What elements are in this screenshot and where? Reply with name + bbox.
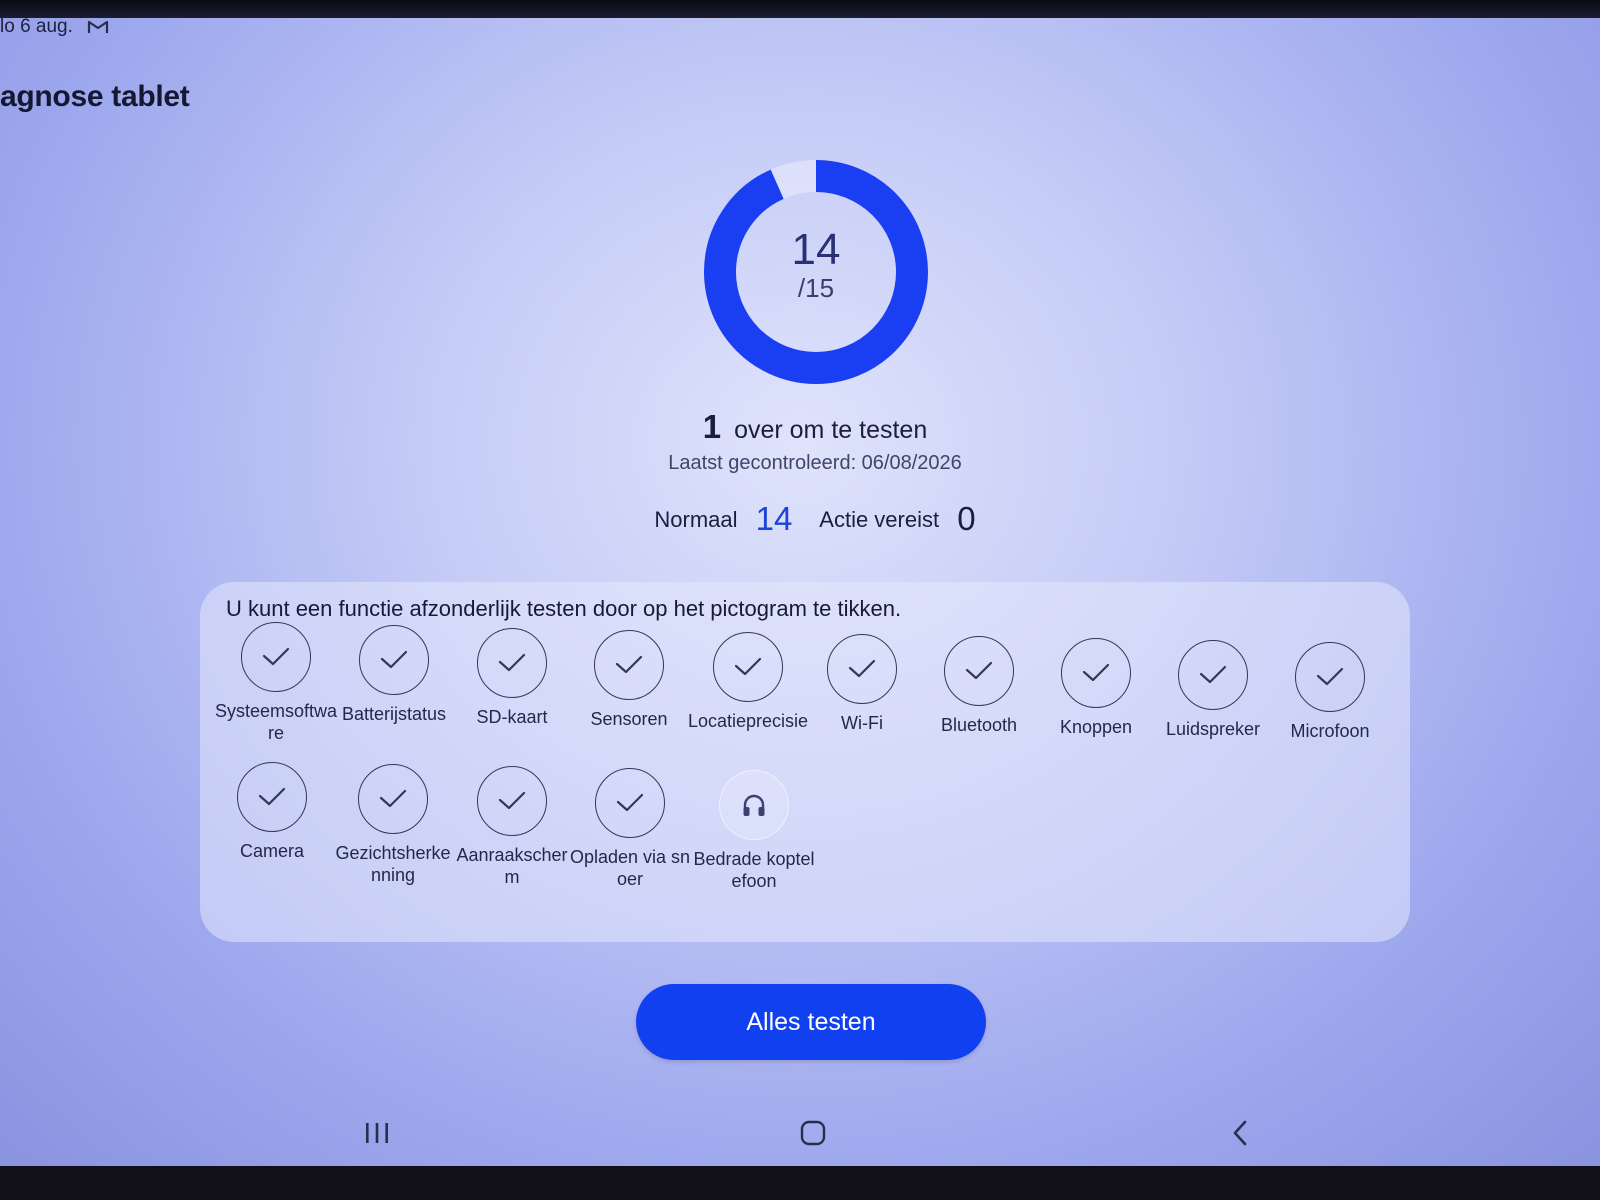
- test-item[interactable]: Microfoon: [1268, 642, 1392, 742]
- test-item[interactable]: Systeemsoftware: [214, 622, 338, 744]
- page-title: agnose tablet: [0, 80, 190, 113]
- test-label: Gezichtsherkenning: [335, 843, 451, 885]
- test-item[interactable]: Batterijstatus: [332, 625, 456, 725]
- progress-done: 14: [791, 225, 841, 274]
- check-icon[interactable]: [477, 766, 547, 836]
- status-date: lo 6 aug.: [0, 16, 73, 37]
- recent-apps-icon[interactable]: [352, 1110, 402, 1156]
- status-bar: lo 6 aug.: [0, 12, 109, 42]
- test-item[interactable]: Camera: [210, 762, 334, 862]
- check-icon[interactable]: [713, 632, 783, 702]
- test-label: Opladen via snoer: [569, 847, 691, 889]
- normal-count: 14: [755, 500, 793, 537]
- test-item[interactable]: Bedrade koptelefoon: [692, 770, 816, 892]
- test-item[interactable]: Bluetooth: [917, 636, 1041, 736]
- action-required-count: 0: [957, 500, 976, 537]
- test-item[interactable]: Opladen via snoer: [568, 768, 692, 890]
- progress-total: /15: [797, 273, 835, 303]
- check-icon[interactable]: [1061, 638, 1131, 708]
- back-icon[interactable]: [1216, 1110, 1266, 1156]
- test-label: Microfoon: [1290, 721, 1370, 741]
- test-item[interactable]: Gezichtsherkenning: [331, 764, 455, 886]
- screen-bottom-edge: [0, 1166, 1600, 1200]
- test-item[interactable]: SD-kaart: [450, 628, 574, 728]
- gmail-icon: [87, 19, 109, 35]
- test-label: Aanraakscherm: [456, 845, 568, 887]
- check-icon[interactable]: [241, 622, 311, 692]
- test-label: Camera: [239, 841, 305, 861]
- test-item[interactable]: Sensoren: [567, 630, 691, 730]
- check-icon[interactable]: [1295, 642, 1365, 712]
- screen: lo 6 aug. agnose tablet 14 /15 1 over om…: [0, 0, 1600, 1166]
- test-label: Wi-Fi: [841, 713, 883, 733]
- result-summary: Normaal 14 Actie vereist 0: [0, 500, 1600, 538]
- test-label: Bedrade koptelefoon: [693, 849, 815, 891]
- test-all-button[interactable]: Alles testen: [636, 984, 986, 1060]
- test-label: Bluetooth: [940, 715, 1018, 735]
- test-item[interactable]: Wi-Fi: [800, 634, 924, 734]
- check-icon[interactable]: [594, 630, 664, 700]
- panel-hint: U kunt een functie afzonderlijk testen d…: [226, 596, 902, 621]
- action-required-label: Actie vereist: [819, 507, 940, 532]
- test-label: Systeemsoftware: [214, 701, 338, 743]
- test-item[interactable]: Aanraakscherm: [450, 766, 574, 888]
- check-icon[interactable]: [358, 764, 428, 834]
- test-label: Luidspreker: [1165, 719, 1261, 739]
- test-label: Batterijstatus: [341, 704, 447, 724]
- remaining-count: 1: [702, 408, 722, 445]
- check-icon[interactable]: [237, 762, 307, 832]
- check-icon[interactable]: [944, 636, 1014, 706]
- test-label: Knoppen: [1059, 717, 1133, 737]
- remaining-text: 1 over om te testen: [0, 408, 1600, 446]
- test-label: Sensoren: [590, 709, 668, 729]
- headphones-icon[interactable]: [719, 770, 789, 840]
- remaining-label: over om te testen: [734, 416, 928, 444]
- normal-label: Normaal: [654, 507, 738, 532]
- test-label: Locatieprecisie: [687, 711, 809, 731]
- screen-top-edge: [0, 0, 1600, 18]
- check-icon[interactable]: [827, 634, 897, 704]
- test-label: SD-kaart: [476, 707, 548, 727]
- test-item[interactable]: Luidspreker: [1151, 640, 1275, 740]
- check-icon[interactable]: [1178, 640, 1248, 710]
- check-icon[interactable]: [595, 768, 665, 838]
- check-icon[interactable]: [477, 628, 547, 698]
- home-icon[interactable]: [788, 1110, 838, 1156]
- check-icon[interactable]: [359, 625, 429, 695]
- last-checked: Laatst gecontroleerd: 06/08/2026: [668, 452, 962, 474]
- test-item[interactable]: Locatieprecisie: [686, 632, 810, 732]
- test-item[interactable]: Knoppen: [1034, 638, 1158, 738]
- progress-ring: 14 /15: [702, 158, 930, 386]
